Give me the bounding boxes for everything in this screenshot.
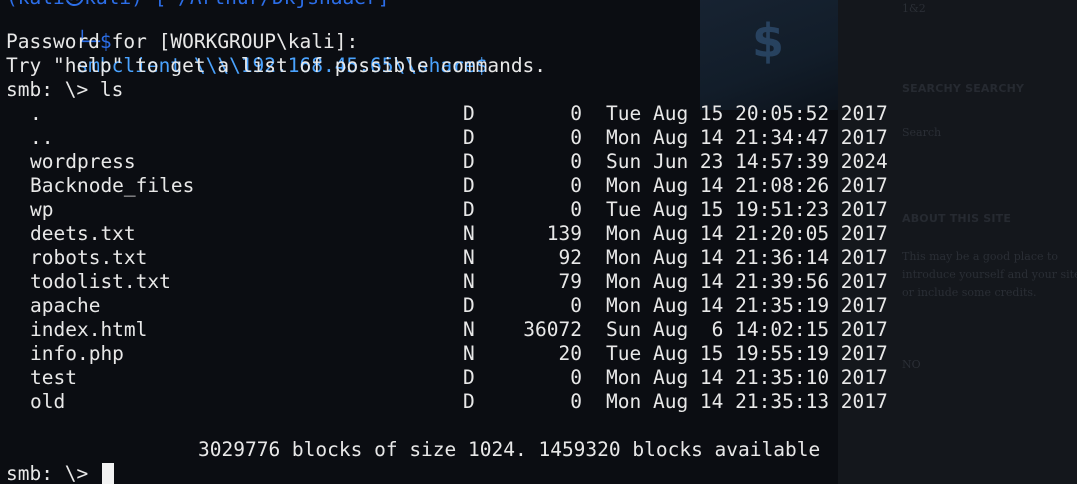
file-name: index.html xyxy=(30,318,148,341)
password-prompt: Password for [WORKGROUP\kali]: xyxy=(6,30,359,53)
smb-prompt-final: smb: \> xyxy=(6,462,100,484)
file-date: Mon Aug 14 21:20:05 2017 xyxy=(606,222,888,245)
terminal-cursor xyxy=(101,463,114,484)
final-prompt-line[interactable]: smb: \> xyxy=(6,462,114,484)
file-name: info.php xyxy=(30,342,124,365)
file-size: 0 xyxy=(570,150,582,173)
file-date: Mon Aug 14 21:35:19 2017 xyxy=(606,294,888,317)
file-date: Mon Aug 14 21:08:26 2017 xyxy=(606,174,888,197)
file-date: Mon Aug 14 21:39:56 2017 xyxy=(606,270,888,293)
file-size: 0 xyxy=(570,366,582,389)
file-size: 0 xyxy=(570,126,582,149)
kali-desktop: $ 1&2 SEARCHY SEARCHY Search ABOUT THIS … xyxy=(0,0,1077,484)
file-date: Mon Aug 14 21:34:47 2017 xyxy=(606,126,888,149)
file-size: 0 xyxy=(570,102,582,125)
file-date: Mon Aug 14 21:36:14 2017 xyxy=(606,246,888,269)
file-name: wp xyxy=(30,198,54,221)
file-date: Tue Aug 15 19:51:23 2017 xyxy=(606,198,888,221)
file-date: Mon Aug 14 21:35:13 2017 xyxy=(606,390,888,413)
file-size: 36072 xyxy=(523,318,582,341)
ls-command: ls xyxy=(99,78,124,101)
smbclient-command-line: └─$ smbclient \\\\192.168.45.65\\share$ xyxy=(6,6,487,77)
file-name: robots.txt xyxy=(30,246,148,269)
smb-prompt: smb: \> xyxy=(6,78,100,101)
file-name: .. xyxy=(30,126,54,149)
file-size: 0 xyxy=(570,390,582,413)
ls-command-line: smb: \> ls xyxy=(6,78,123,102)
blocks-summary: 3029776 blocks of size 1024. 1459320 blo… xyxy=(198,438,821,461)
file-size: 20 xyxy=(558,342,582,365)
file-name: deets.txt xyxy=(30,222,136,245)
help-hint: Try "help" to get a list of possible com… xyxy=(6,54,547,77)
file-size: 0 xyxy=(570,294,582,317)
file-name: old xyxy=(30,390,66,413)
file-name: Backnode_files xyxy=(30,174,195,197)
file-date: Sun Jun 23 14:57:39 2024 xyxy=(606,150,888,173)
file-date: Tue Aug 15 20:05:52 2017 xyxy=(606,102,888,125)
terminal-window[interactable]: (kali㉿kali)-[~/Arthur/Dkjshaaer] └─$ smb… xyxy=(0,0,1077,484)
file-date: Sun Aug 6 14:02:15 2017 xyxy=(606,318,888,341)
file-size: 79 xyxy=(558,270,582,293)
file-name: todolist.txt xyxy=(30,270,171,293)
file-size: 0 xyxy=(570,174,582,197)
file-name: apache xyxy=(30,294,101,317)
file-name: wordpress xyxy=(30,150,136,173)
file-size: 139 xyxy=(546,222,582,245)
file-size: 0 xyxy=(570,198,582,221)
file-date: Mon Aug 14 21:35:10 2017 xyxy=(606,366,888,389)
file-name: . xyxy=(30,102,42,125)
file-date: Tue Aug 15 19:55:19 2017 xyxy=(606,342,888,365)
file-name: test xyxy=(30,366,77,389)
file-size: 92 xyxy=(558,246,582,269)
